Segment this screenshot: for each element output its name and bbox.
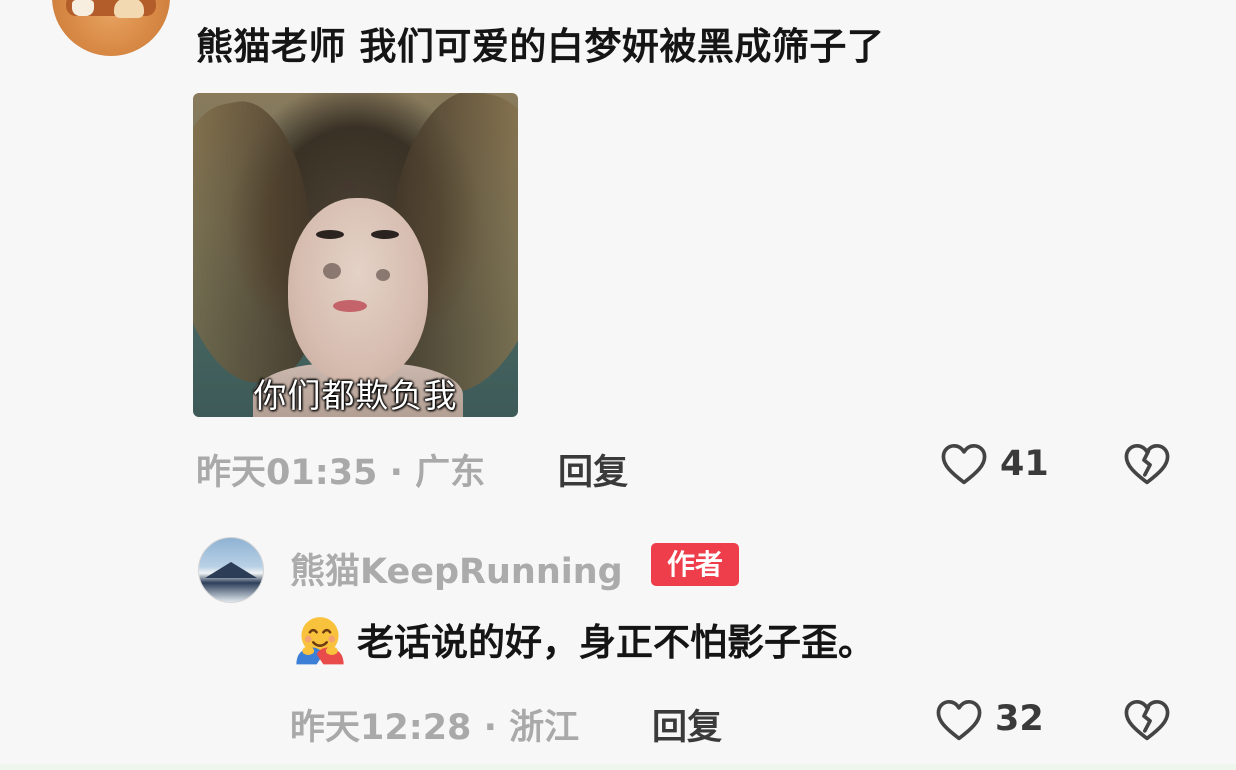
bottom-divider xyxy=(0,764,1236,770)
reply-location: 浙江 xyxy=(509,708,580,748)
meta-separator: · xyxy=(389,453,403,493)
avatar-mountain-shape xyxy=(205,562,257,578)
author-badge: 作者 xyxy=(651,543,739,586)
hug-emoji-icon xyxy=(296,617,344,665)
image-eye-left xyxy=(316,230,344,239)
reply-author-avatar[interactable] xyxy=(198,537,264,603)
heart-icon[interactable] xyxy=(933,694,985,746)
image-eye-right xyxy=(371,230,399,239)
commenter-avatar[interactable] xyxy=(52,0,170,56)
comment-time: 昨天01:35 xyxy=(196,453,378,493)
broken-heart-icon[interactable] xyxy=(1121,438,1173,490)
comment-meta: 昨天01:35 · 广东 xyxy=(196,444,485,495)
reply-time: 昨天12:28 xyxy=(290,708,472,748)
reply-meta: 昨天12:28 · 浙江 xyxy=(290,699,579,750)
like-count: 32 xyxy=(995,699,1044,739)
like-count: 41 xyxy=(1000,444,1049,484)
reply-content: 老话说的好，身正不怕影子歪。 xyxy=(293,612,875,666)
avatar-cup-shape xyxy=(72,0,94,16)
heart-icon[interactable] xyxy=(938,438,990,490)
broken-heart-icon[interactable] xyxy=(1121,694,1173,746)
image-smudge xyxy=(343,181,355,191)
comment-location: 广东 xyxy=(415,453,486,493)
image-caption: 你们都欺负我 xyxy=(253,376,458,415)
reply-text: 老话说的好，身正不怕影子歪。 xyxy=(357,621,875,664)
meta-separator: · xyxy=(483,708,497,748)
reply-username[interactable]: 熊猫KeepRunning xyxy=(290,543,623,594)
image-lips xyxy=(333,300,367,312)
reply-button[interactable]: 回复 xyxy=(652,699,722,750)
comment-text: 熊猫老师 我们可爱的白梦妍被黑成筛子了 xyxy=(196,25,885,68)
reply-button[interactable]: 回复 xyxy=(558,444,628,495)
comment-image[interactable]: 你们都欺负我 xyxy=(193,93,518,417)
image-face xyxy=(288,198,428,383)
avatar-bear-shape xyxy=(114,0,144,18)
image-smudge xyxy=(323,263,341,279)
image-smudge xyxy=(376,269,390,281)
